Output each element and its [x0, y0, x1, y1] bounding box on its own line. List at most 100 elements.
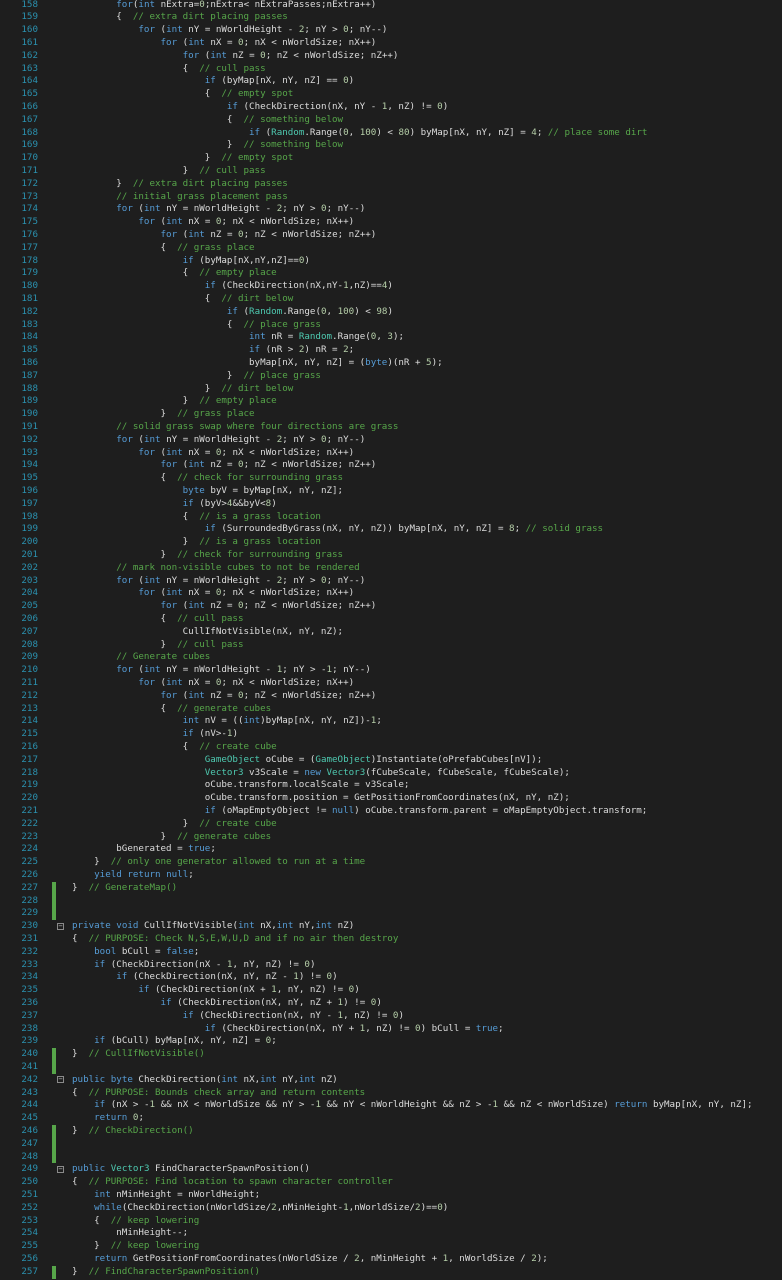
- code-line-221[interactable]: 221 if (oMapEmptyObject != null) oCube.t…: [0, 805, 782, 818]
- code-line-239[interactable]: 239 if (bCull) byMap[nX, nY, nZ] = 0;: [0, 1035, 782, 1048]
- code-text[interactable]: } // grass place: [66, 408, 255, 421]
- code-text[interactable]: { // cull pass: [66, 613, 244, 626]
- code-text[interactable]: } // cull pass: [66, 165, 266, 178]
- code-text[interactable]: { // empty spot: [66, 88, 294, 101]
- code-line-212[interactable]: 212 for (int nZ = 0; nZ < nWorldSize; nZ…: [0, 690, 782, 703]
- code-text[interactable]: int nR = Random.Range(0, 3);: [66, 331, 404, 344]
- code-line-225[interactable]: 225 } // only one generator allowed to r…: [0, 856, 782, 869]
- code-line-202[interactable]: 202 // mark non-visible cubes to not be …: [0, 562, 782, 575]
- code-line-191[interactable]: 191 // solid grass swap where four direc…: [0, 421, 782, 434]
- code-line-247[interactable]: 247: [0, 1137, 782, 1151]
- code-line-163[interactable]: 163 { // cull pass: [0, 63, 782, 76]
- code-line-198[interactable]: 198 { // is a grass location: [0, 511, 782, 524]
- code-line-160[interactable]: 160 for (int nY = nWorldHeight - 2; nY >…: [0, 24, 782, 37]
- code-line-164[interactable]: 164 if (byMap[nX, nY, nZ] == 0): [0, 75, 782, 88]
- code-line-192[interactable]: 192 for (int nY = nWorldHeight - 2; nY >…: [0, 434, 782, 447]
- code-line-174[interactable]: 174 for (int nY = nWorldHeight - 2; nY >…: [0, 203, 782, 216]
- code-line-248[interactable]: 248: [0, 1150, 782, 1164]
- code-text[interactable]: if (byMap[nX,nY,nZ]==0): [66, 255, 310, 268]
- code-line-252[interactable]: 252 while(CheckDirection(nWorldSize/2,nM…: [0, 1202, 782, 1215]
- fold-box-icon[interactable]: −: [57, 1165, 64, 1173]
- code-text[interactable]: } // GenerateMap(): [66, 882, 177, 895]
- code-text[interactable]: { // something below: [66, 114, 343, 127]
- code-line-189[interactable]: 189 } // empty place: [0, 395, 782, 408]
- code-line-249[interactable]: 249 − public Vector3 FindCharacterSpawnPos…: [0, 1163, 782, 1176]
- fold-box-icon[interactable]: −: [57, 1076, 64, 1084]
- code-line-194[interactable]: 194 for (int nZ = 0; nZ < nWorldSize; nZ…: [0, 459, 782, 472]
- code-text[interactable]: if (CheckDirection(nX,nY-1,nZ)==4): [66, 280, 393, 293]
- code-line-214[interactable]: 214 int nV = ((int)byMap[nX, nY, nZ])-1;: [0, 715, 782, 728]
- code-line-171[interactable]: 171 } // cull pass: [0, 165, 782, 178]
- code-text[interactable]: return 0;: [66, 1112, 144, 1125]
- code-line-196[interactable]: 196 byte byV = byMap[nX, nY, nZ];: [0, 485, 782, 498]
- code-line-166[interactable]: 166 if (CheckDirection(nX, nY - 1, nZ) !…: [0, 101, 782, 114]
- code-line-186[interactable]: 186 byMap[nX, nY, nZ] = (byte)(nR + 5);: [0, 357, 782, 370]
- code-line-180[interactable]: 180 if (CheckDirection(nX,nY-1,nZ)==4): [0, 280, 782, 293]
- code-line-217[interactable]: 217 GameObject oCube = (GameObject)Insta…: [0, 754, 782, 767]
- code-text[interactable]: } // only one generator allowed to run a…: [66, 856, 365, 869]
- code-line-187[interactable]: 187 } // place grass: [0, 370, 782, 383]
- code-line-172[interactable]: 172 } // extra dirt placing passes: [0, 178, 782, 191]
- code-line-207[interactable]: 207 CullIfNotVisible(nX, nY, nZ);: [0, 626, 782, 639]
- code-text[interactable]: for (int nX = 0; nX < nWorldSize; nX++): [66, 677, 354, 690]
- code-line-228[interactable]: 228: [0, 894, 782, 908]
- code-text[interactable]: for (int nX = 0; nX < nWorldSize; nX++): [66, 216, 354, 229]
- code-text[interactable]: // solid grass swap where four direction…: [66, 421, 398, 434]
- code-text[interactable]: } // keep lowering: [66, 1240, 199, 1253]
- code-line-209[interactable]: 209 // Generate cubes: [0, 651, 782, 664]
- code-line-213[interactable]: 213 { // generate cubes: [0, 703, 782, 716]
- code-line-253[interactable]: 253 { // keep lowering: [0, 1215, 782, 1228]
- code-line-257[interactable]: 257} // FindCharacterSpawnPosition(): [0, 1265, 782, 1279]
- code-text[interactable]: } // generate cubes: [66, 831, 272, 844]
- code-line-203[interactable]: 203 for (int nY = nWorldHeight - 2; nY >…: [0, 575, 782, 588]
- code-line-168[interactable]: 168 if (Random.Range(0, 100) < 80) byMap…: [0, 127, 782, 140]
- code-line-181[interactable]: 181 { // dirt below: [0, 293, 782, 306]
- code-line-226[interactable]: 226 yield return null;: [0, 869, 782, 882]
- code-text[interactable]: if (CheckDirection(nX, nY, nZ + 1) != 0): [66, 997, 382, 1010]
- code-text[interactable]: if (byV>4&&byV<8): [66, 498, 277, 511]
- code-text[interactable]: } // place grass: [66, 370, 321, 383]
- code-line-176[interactable]: 176 for (int nZ = 0; nZ < nWorldSize; nZ…: [0, 229, 782, 242]
- code-line-178[interactable]: 178 if (byMap[nX,nY,nZ]==0): [0, 255, 782, 268]
- code-text[interactable]: for (int nX = 0; nX < nWorldSize; nX++): [66, 447, 354, 460]
- code-text[interactable]: byte byV = byMap[nX, nY, nZ];: [66, 485, 343, 498]
- code-text[interactable]: { // generate cubes: [66, 703, 272, 716]
- code-text[interactable]: // initial grass placement pass: [66, 191, 287, 204]
- code-text[interactable]: { // dirt below: [66, 293, 294, 306]
- code-text[interactable]: } // create cube: [66, 818, 277, 831]
- code-line-242[interactable]: 242 − public byte CheckDirection(int nX,in…: [0, 1074, 782, 1087]
- fold-box-icon[interactable]: −: [57, 922, 64, 930]
- code-line-222[interactable]: 222 } // create cube: [0, 818, 782, 831]
- code-text[interactable]: // mark non-visible cubes to not be rend…: [66, 562, 359, 575]
- code-text[interactable]: for (int nX = 0; nX < nWorldSize; nX++): [66, 587, 354, 600]
- code-text[interactable]: } // is a grass location: [66, 536, 321, 549]
- code-text[interactable]: { // grass place: [66, 242, 255, 255]
- code-line-169[interactable]: 169 } // something below: [0, 139, 782, 152]
- code-line-177[interactable]: 177 { // grass place: [0, 242, 782, 255]
- code-line-195[interactable]: 195 { // check for surrounding grass: [0, 472, 782, 485]
- code-text[interactable]: bool bCull = false;: [66, 946, 199, 959]
- code-line-219[interactable]: 219 oCube.transform.localScale = v3Scale…: [0, 779, 782, 792]
- code-text[interactable]: for (int nX = 0; nX < nWorldSize; nX++): [66, 37, 377, 50]
- code-text[interactable]: public byte CheckDirection(int nX,int nY…: [66, 1074, 338, 1087]
- code-text[interactable]: { // cull pass: [66, 63, 266, 76]
- code-text[interactable]: oCube.transform.position = GetPositionFr…: [66, 792, 570, 805]
- code-line-184[interactable]: 184 int nR = Random.Range(0, 3);: [0, 331, 782, 344]
- code-text[interactable]: if (SurroundedByGrass(nX, nY, nZ)) byMap…: [66, 523, 603, 536]
- code-text[interactable]: if (nX > -1 && nX < nWorldSize && nY > -…: [66, 1099, 752, 1112]
- code-text[interactable]: } // cull pass: [66, 639, 244, 652]
- code-line-240[interactable]: 240} // CullIfNotVisible(): [0, 1048, 782, 1061]
- code-line-182[interactable]: 182 if (Random.Range(0, 100) < 98): [0, 306, 782, 319]
- code-line-211[interactable]: 211 for (int nX = 0; nX < nWorldSize; nX…: [0, 677, 782, 690]
- code-line-250[interactable]: 250 { // PURPOSE: Find location to spawn …: [0, 1176, 782, 1189]
- code-text[interactable]: return GetPositionFromCoordinates(nWorld…: [66, 1253, 548, 1266]
- code-text[interactable]: { // PURPOSE: Check N,S,E,W,U,D and if n…: [66, 933, 398, 946]
- code-line-208[interactable]: 208 } // cull pass: [0, 639, 782, 652]
- code-text[interactable]: if (CheckDirection(nX - 1, nY, nZ) != 0): [66, 959, 315, 972]
- code-text[interactable]: while(CheckDirection(nWorldSize/2,nMinHe…: [66, 1202, 448, 1215]
- code-text[interactable]: if (oMapEmptyObject != null) oCube.trans…: [66, 805, 648, 818]
- code-text[interactable]: { // empty place: [66, 267, 277, 280]
- code-line-205[interactable]: 205 for (int nZ = 0; nZ < nWorldSize; nZ…: [0, 600, 782, 613]
- code-line-220[interactable]: 220 oCube.transform.position = GetPositi…: [0, 792, 782, 805]
- code-line-245[interactable]: 245 return 0;: [0, 1112, 782, 1125]
